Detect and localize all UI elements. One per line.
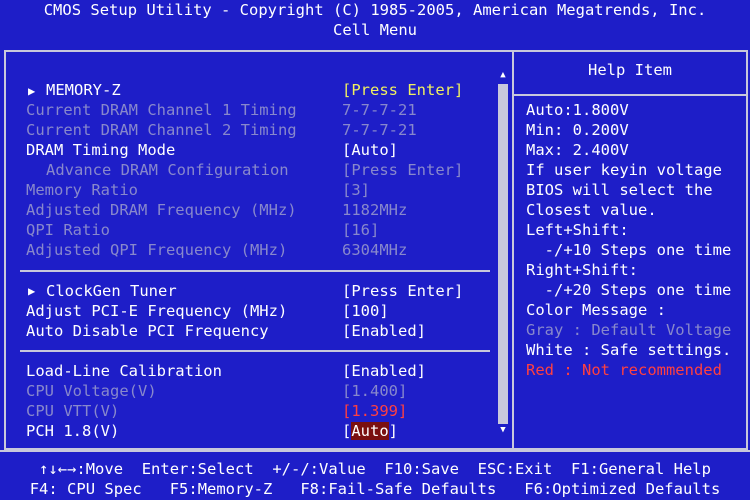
submenu-arrow-icon: ▶ xyxy=(28,84,36,98)
load-line-calibration-label[interactable]: Load-Line Calibration xyxy=(26,361,222,381)
auto-disable-pci-value[interactable]: [Enabled] xyxy=(342,321,426,341)
help-line: -/+20 Steps one time xyxy=(526,281,732,299)
dram-ch2-timing-value: 7-7-7-21 xyxy=(342,121,417,139)
pch-voltage-label[interactable]: PCH 1.8(V) xyxy=(26,421,119,441)
advance-dram-config-label: Advance DRAM Configuration xyxy=(46,161,289,179)
pch-bracket-open: [ xyxy=(342,422,352,440)
help-line: Right+Shift: xyxy=(526,261,638,279)
help-line: Max: 2.400V xyxy=(526,141,629,159)
bios-title: CMOS Setup Utility - Copyright (C) 1985-… xyxy=(43,1,707,19)
pcie-freq-value[interactable]: [100] xyxy=(342,301,389,321)
pch-bracket-close: ] xyxy=(388,422,399,440)
help-line: Color Message : xyxy=(526,301,666,319)
cpu-voltage-value[interactable]: [1.400] xyxy=(342,381,407,401)
cpu-vtt-label[interactable]: CPU VTT(V) xyxy=(26,401,119,421)
scroll-up-arrow-icon[interactable]: ▲ xyxy=(498,70,508,80)
cpu-voltage-label[interactable]: CPU Voltage(V) xyxy=(26,381,157,401)
dram-ch1-timing-label: Current DRAM Channel 1 Timing xyxy=(26,101,297,119)
help-line-gray: Gray : Default Voltage xyxy=(526,321,732,339)
dram-timing-mode-value[interactable]: [Auto] xyxy=(342,140,398,160)
load-line-calibration-value[interactable]: [Enabled] xyxy=(342,361,426,381)
clockgen-tuner-item[interactable]: ClockGen Tuner xyxy=(46,281,177,301)
advance-dram-config-value: [Press Enter] xyxy=(342,161,464,179)
memory-z-item[interactable]: MEMORY-Z xyxy=(46,80,121,100)
pch-selected-value[interactable]: Auto xyxy=(351,422,389,440)
help-divider xyxy=(512,94,748,96)
help-line: If user keyin voltage xyxy=(526,161,722,179)
help-line: Min: 0.200V xyxy=(526,121,629,139)
qpi-ratio-value: [16] xyxy=(342,221,380,239)
help-line: Left+Shift: xyxy=(526,221,629,239)
help-line-white: White : Safe settings. xyxy=(526,341,732,359)
scroll-track[interactable] xyxy=(498,84,508,424)
dram-ch2-timing-label: Current DRAM Channel 2 Timing xyxy=(26,121,297,139)
adjusted-dram-freq-label: Adjusted DRAM Frequency (MHz) xyxy=(26,201,297,219)
submenu-arrow-icon: ▶ xyxy=(28,284,36,298)
section-divider xyxy=(20,270,490,272)
adjusted-qpi-freq-label: Adjusted QPI Frequency (MHz) xyxy=(26,241,288,259)
memory-z-value[interactable]: [Press Enter] xyxy=(342,80,463,100)
pcie-freq-label[interactable]: Adjust PCI-E Frequency (MHz) xyxy=(26,301,287,321)
section-divider xyxy=(20,350,490,352)
memory-ratio-value: [3] xyxy=(342,181,370,199)
help-line: Closest value. xyxy=(526,201,657,219)
help-line: -/+10 Steps one time xyxy=(526,241,732,259)
footer-divider xyxy=(0,450,750,452)
bios-header: CMOS Setup Utility - Copyright (C) 1985-… xyxy=(0,0,750,50)
dram-ch1-timing-value: 7-7-7-21 xyxy=(342,101,417,119)
help-title: Help Item xyxy=(588,61,672,79)
adjusted-qpi-freq-value: 6304MHz xyxy=(342,241,408,259)
dram-timing-mode-label[interactable]: DRAM Timing Mode xyxy=(26,140,175,160)
footer-keys-line1: ↑↓←→:Move Enter:Select +/-/:Value F10:Sa… xyxy=(39,460,711,478)
help-line: Auto:1.800V xyxy=(526,101,629,119)
adjusted-dram-freq-value: 1182MHz xyxy=(342,201,408,219)
memory-ratio-label: Memory Ratio xyxy=(26,181,138,199)
footer-keys-line2: F4: CPU Spec F5:Memory-Z F8:Fail-Safe De… xyxy=(29,480,721,498)
clockgen-tuner-value[interactable]: [Press Enter] xyxy=(342,281,463,301)
qpi-ratio-label: QPI Ratio xyxy=(26,221,110,239)
scroll-down-arrow-icon[interactable]: ▼ xyxy=(498,425,508,435)
cpu-vtt-value[interactable]: [1.399] xyxy=(342,401,407,421)
menu-title: Cell Menu xyxy=(333,21,417,39)
scrollbar[interactable]: ▲ ▼ xyxy=(498,70,508,435)
help-line-red: Red : Not recommended xyxy=(526,361,722,379)
pch-voltage-value[interactable]: [Auto] xyxy=(342,421,398,441)
auto-disable-pci-label[interactable]: Auto Disable PCI Frequency xyxy=(26,321,269,341)
help-line: BIOS will select the xyxy=(526,181,713,199)
